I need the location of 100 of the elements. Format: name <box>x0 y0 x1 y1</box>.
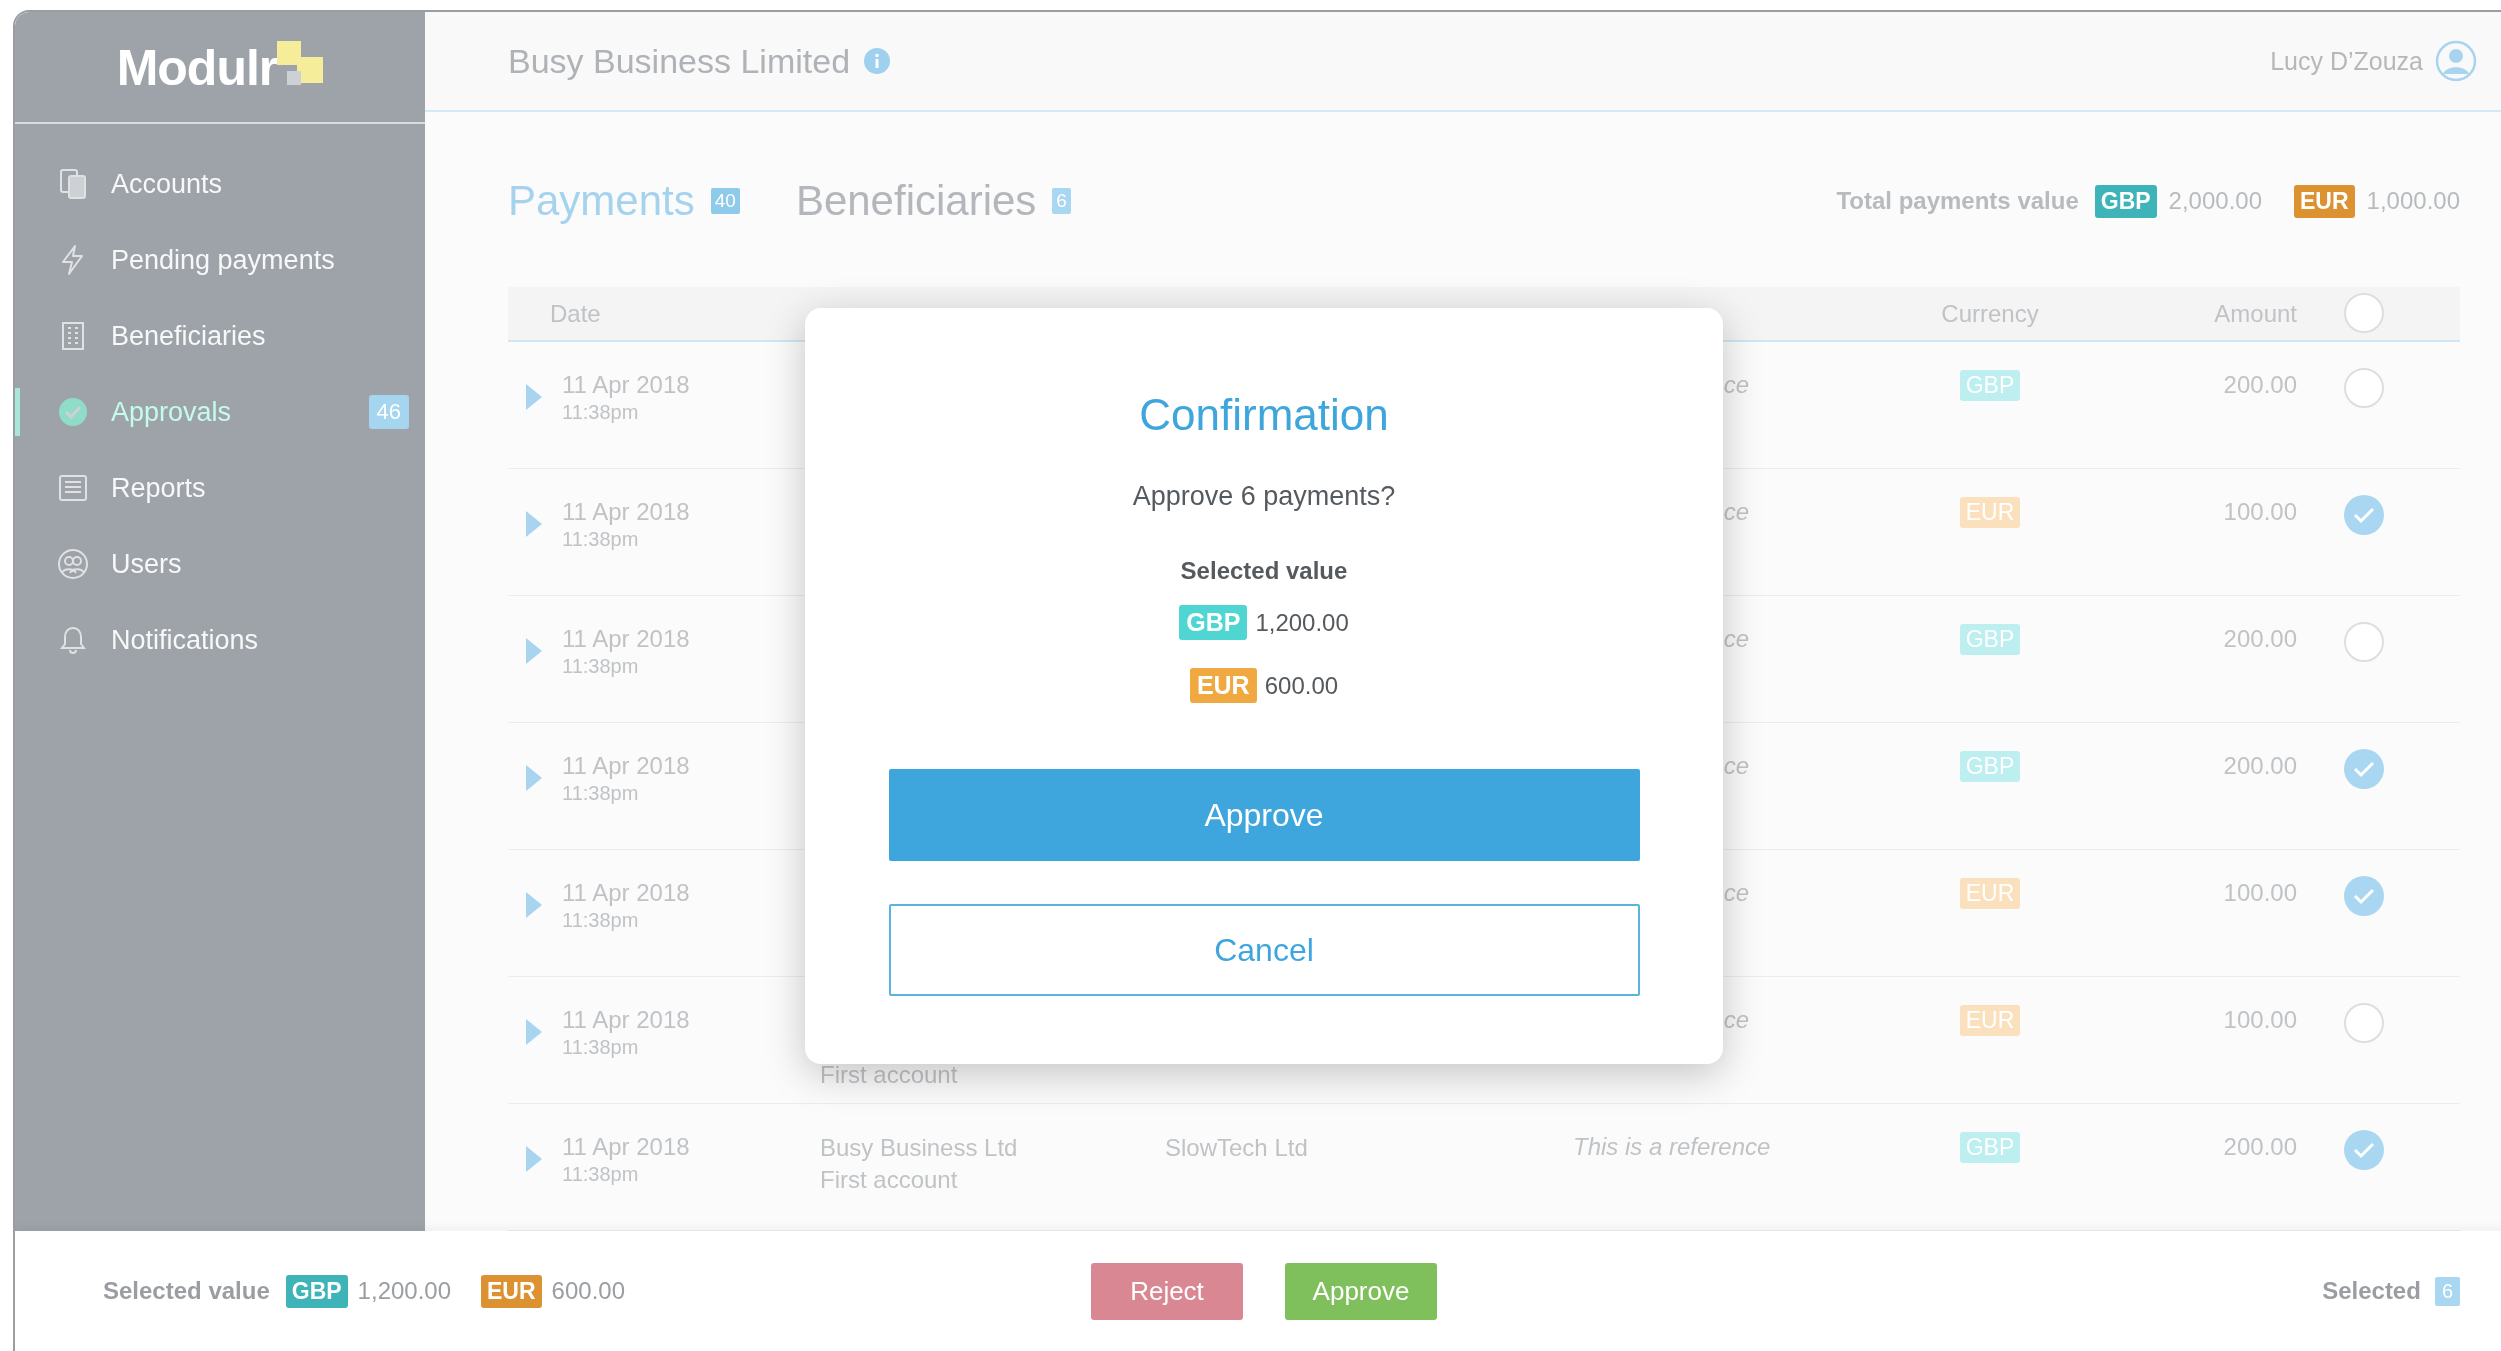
reference-text: This is a reference <box>1573 1132 1772 1162</box>
cancel-button[interactable]: Cancel <box>888 904 1640 996</box>
date-text: 11 Apr 2018 <box>562 878 690 908</box>
selected-count-label: Selected <box>2322 1277 2421 1305</box>
count-badge: 6 <box>1052 188 1071 214</box>
reference-text: ce <box>1723 624 1750 654</box>
time-text: 11:38pm <box>562 908 640 932</box>
user-name: Lucy D’Zouza <box>2270 46 2423 76</box>
count-badge: 6 <box>2434 1276 2460 1306</box>
approve-button[interactable]: Approve <box>1285 1262 1437 1320</box>
nav-label: Pending payments <box>111 244 335 276</box>
reference-text: ce <box>1723 370 1750 400</box>
check-circle-icon <box>57 396 89 428</box>
amount-text: 200.00 <box>2223 370 2297 400</box>
documents-icon <box>57 168 89 200</box>
nav-label: Notifications <box>111 624 259 656</box>
bell-icon <box>57 624 89 656</box>
users-icon <box>57 548 89 580</box>
checkmark-icon <box>2352 887 2375 905</box>
count-badge: 40 <box>710 188 740 214</box>
reference-text: ce <box>1723 1005 1750 1035</box>
reject-button[interactable]: Reject <box>1091 1262 1243 1320</box>
amount-text: 100.00 <box>2223 497 2297 527</box>
user-avatar-icon <box>2435 40 2477 82</box>
currency-tag: GBP <box>1179 605 1248 640</box>
currency-tag: GBP <box>1959 370 2021 401</box>
total-label: Total payments value <box>1836 187 2079 215</box>
currency-tag: GBP <box>1959 624 2021 655</box>
total-amount: 2,000.00 <box>2168 187 2262 215</box>
expand-arrow-icon <box>526 638 542 664</box>
date-text: 11 Apr 2018 <box>562 1132 690 1162</box>
expand-arrow-icon <box>526 892 542 918</box>
list-icon <box>57 472 89 504</box>
sender-text: Busy Business Ltd <box>820 1133 1019 1163</box>
total-amount: 1,000.00 <box>2366 187 2460 215</box>
tab-label: Beneficiaries <box>795 177 1037 225</box>
nav-item[interactable]: Approvals 46 <box>15 374 425 450</box>
expand-arrow-icon <box>526 384 542 410</box>
amount-text: 200.00 <box>2223 1132 2297 1162</box>
time-text: 11:38pm <box>562 1035 640 1059</box>
amount-text: 200.00 <box>2223 751 2297 781</box>
time-text: 11:38pm <box>562 527 640 551</box>
time-text: 11:38pm <box>562 781 640 805</box>
nav-item[interactable]: Accounts <box>15 146 425 222</box>
expand-arrow-icon <box>526 765 542 791</box>
dialog-question: Approve 6 payments? <box>1132 481 1396 512</box>
count-badge: 46 <box>368 395 409 429</box>
time-text: 11:38pm <box>562 400 640 424</box>
selected-amount: 600.00 <box>1264 671 1339 700</box>
currency-tag: GBP <box>285 1274 348 1308</box>
row-checkbox[interactable] <box>2343 749 2384 789</box>
row-checkbox[interactable] <box>2343 876 2384 916</box>
nav-label: Accounts <box>111 168 223 200</box>
checkmark-icon <box>2352 1141 2375 1159</box>
currency-tag: EUR <box>1189 668 1257 703</box>
nav-item[interactable]: Beneficiaries <box>15 298 425 374</box>
select-all-checkbox[interactable] <box>2343 292 2384 333</box>
nav-item[interactable]: Users <box>15 526 425 602</box>
expand-arrow-icon <box>526 511 542 537</box>
expand-arrow-icon <box>526 1019 542 1045</box>
date-text: 11 Apr 2018 <box>562 497 690 527</box>
expand-arrow-icon <box>526 1146 542 1172</box>
tab-label: Payments <box>508 177 695 225</box>
row-checkbox[interactable] <box>2343 622 2384 662</box>
nav-item[interactable]: Reports <box>15 450 425 526</box>
time-text: 11:38pm <box>562 654 640 678</box>
currency-tag: EUR <box>1959 497 2021 528</box>
checkmark-icon <box>2352 760 2375 778</box>
row-checkbox[interactable] <box>2343 1130 2384 1170</box>
account-text: First account <box>820 1165 959 1195</box>
reference-text: ce <box>1723 878 1750 908</box>
row-checkbox[interactable] <box>2343 1003 2384 1043</box>
selected-amount: 1,200.00 <box>1255 608 1349 637</box>
row-checkbox[interactable] <box>2343 368 2384 408</box>
reference-text: ce <box>1723 751 1750 781</box>
tab[interactable]: Beneficiaries 6 <box>795 177 1071 225</box>
date-text: 11 Apr 2018 <box>562 624 690 654</box>
company-name: Busy Business Limited <box>508 41 851 81</box>
date-text: 11 Apr 2018 <box>562 751 690 781</box>
currency-tag: GBP <box>1959 1132 2021 1163</box>
nav-label: Users <box>111 548 182 580</box>
currency-tag: EUR <box>1959 878 2021 909</box>
nav-item[interactable]: Pending payments <box>15 222 425 298</box>
currency-tag: GBP <box>1959 751 2021 782</box>
date-text: 11 Apr 2018 <box>562 370 690 400</box>
currency-tag: EUR <box>481 1274 542 1308</box>
nav-item[interactable]: Notifications <box>15 602 425 678</box>
approve-button[interactable]: Approve <box>888 769 1640 861</box>
reference-text: ce <box>1723 497 1750 527</box>
selected-value-label: Selected value <box>103 1277 270 1305</box>
amount-text: 100.00 <box>2223 1005 2297 1035</box>
date-text: 11 Apr 2018 <box>562 1005 690 1035</box>
nav-label: Beneficiaries <box>111 320 266 352</box>
row-checkbox[interactable] <box>2343 495 2384 535</box>
selected-value-label: Selected value <box>1180 557 1348 585</box>
selected-amount: 600.00 <box>551 1277 625 1305</box>
selected-amount: 1,200.00 <box>357 1277 452 1305</box>
nav-label: Reports <box>111 472 206 504</box>
tab[interactable]: Payments 40 <box>508 177 740 225</box>
info-icon <box>864 48 891 74</box>
